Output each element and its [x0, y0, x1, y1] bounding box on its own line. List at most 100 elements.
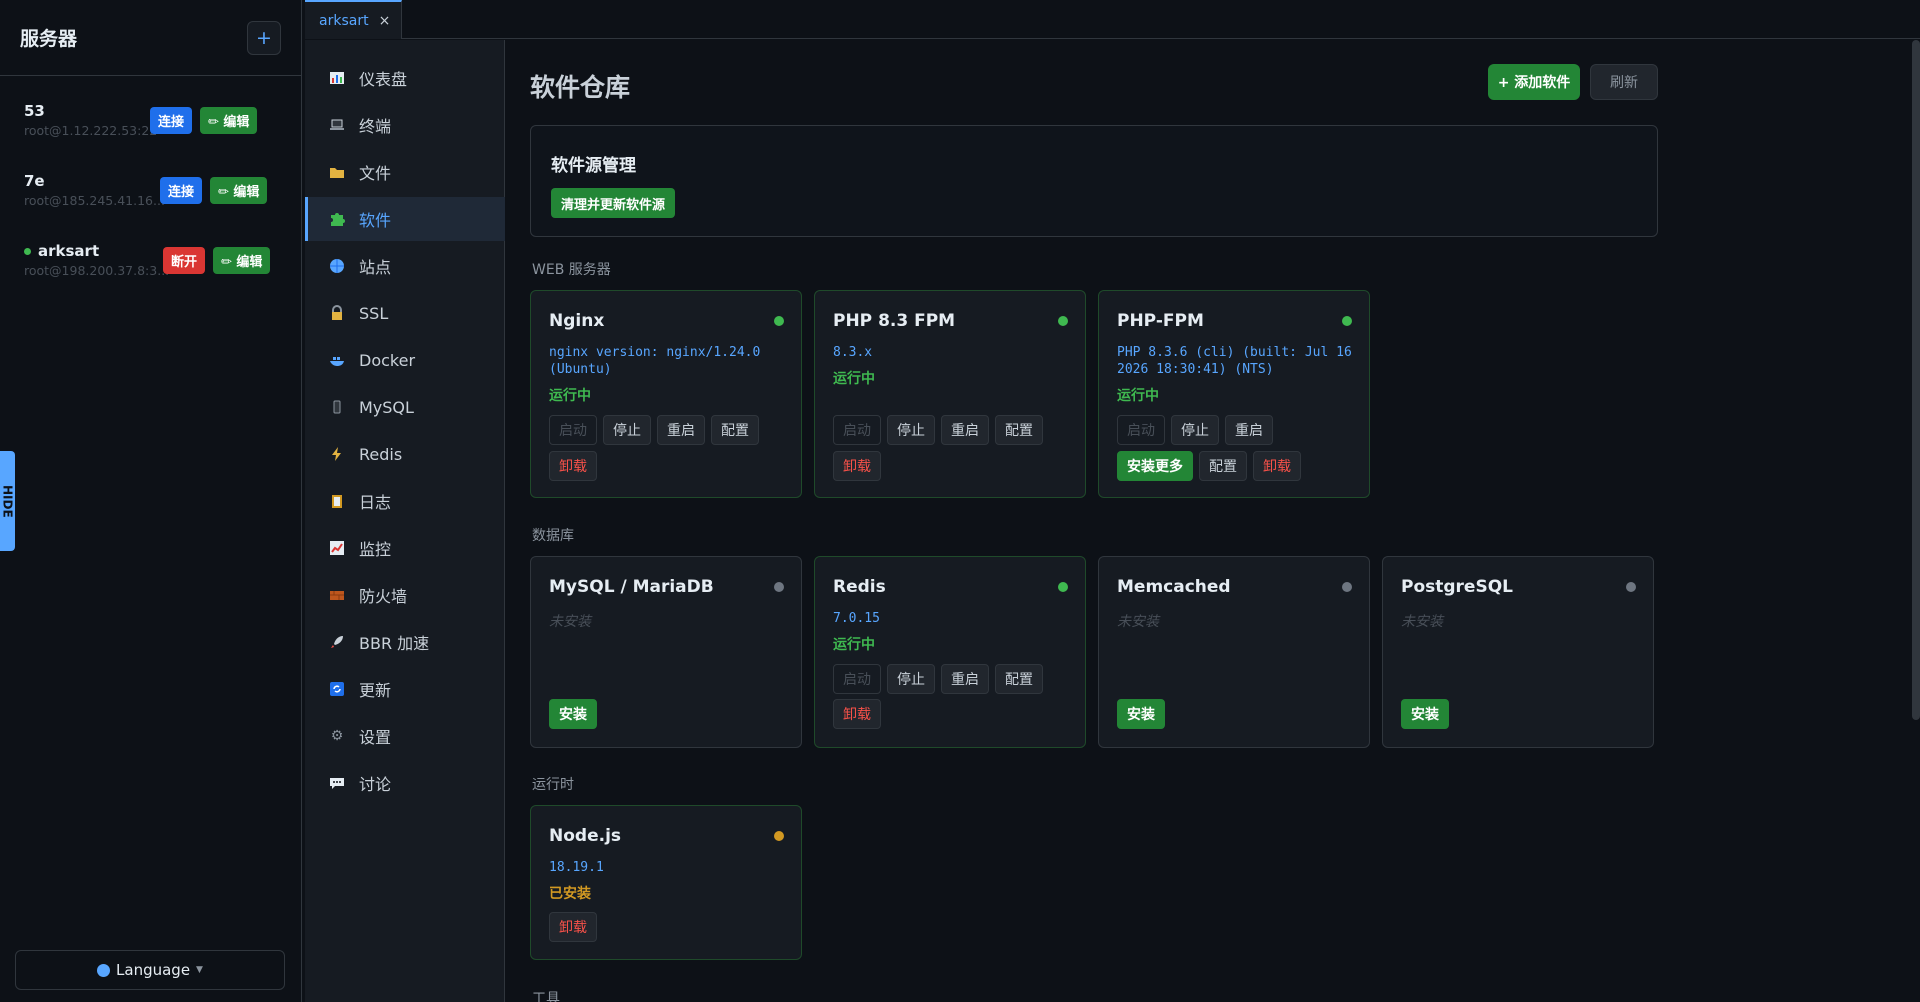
laptop-icon: [329, 117, 345, 133]
server-name: arksart: [24, 242, 99, 260]
uninstall-button[interactable]: 卸载: [833, 699, 881, 729]
software-status: 运行中: [833, 371, 875, 387]
main-scrollbar[interactable]: [1912, 40, 1920, 720]
status-dot-icon: [774, 831, 784, 841]
uninstall-button[interactable]: 卸载: [1253, 451, 1301, 481]
nav-item-bbr[interactable]: BBR 加速: [305, 620, 505, 664]
install-button[interactable]: 安装: [549, 699, 597, 729]
restart-button[interactable]: 重启: [941, 664, 989, 694]
clipboard-icon: [329, 493, 345, 509]
stop-button[interactable]: 停止: [1171, 415, 1219, 445]
repo-management-panel: 软件源管理 清理并更新软件源: [530, 125, 1658, 237]
uninstall-button[interactable]: 卸载: [833, 451, 881, 481]
start-button[interactable]: 启动: [1117, 415, 1165, 445]
server-address: root@185.245.41.16...: [24, 193, 165, 208]
server-name: 53: [24, 102, 45, 120]
software-name: PHP 8.3 FPM: [833, 311, 956, 331]
section-tools-label: 工具: [532, 991, 560, 1002]
folder-icon: [329, 164, 345, 180]
server-item-53[interactable]: 53 root@1.12.222.53:22 连接 ✏ 编辑: [24, 102, 294, 146]
software-name: Redis: [833, 577, 886, 597]
nav-item-logs[interactable]: 日志: [305, 479, 505, 523]
start-button[interactable]: 启动: [833, 415, 881, 445]
nav-item-dashboard[interactable]: 仪表盘: [305, 56, 505, 100]
nav-item-sites[interactable]: 站点: [305, 244, 505, 288]
install-more-button[interactable]: 安装更多: [1117, 451, 1193, 481]
main-content: 软件仓库 + 添加软件 刷新 软件源管理 清理并更新软件源 WEB 服务器 Ng…: [506, 40, 1906, 1002]
edit-button[interactable]: ✏ 编辑: [200, 107, 258, 134]
connect-button[interactable]: 连接: [150, 107, 193, 134]
software-card-redis: Redis 7.0.15 运行中 启动 停止 重启 配置 卸载: [814, 556, 1086, 748]
software-status: 未安装: [1117, 614, 1159, 630]
tab-arksart[interactable]: arksart ×: [305, 0, 402, 39]
uninstall-button[interactable]: 卸载: [549, 451, 597, 481]
refresh-button[interactable]: 刷新: [1590, 64, 1658, 100]
install-button[interactable]: 安装: [1117, 699, 1165, 729]
nav-item-mysql[interactable]: MySQL: [305, 385, 505, 429]
restart-button[interactable]: 重启: [941, 415, 989, 445]
add-software-button[interactable]: + 添加软件: [1488, 64, 1580, 100]
software-card-mysql: MySQL / MariaDB 未安装 安装: [530, 556, 802, 748]
nav-item-monitor[interactable]: 监控: [305, 526, 505, 570]
config-button[interactable]: 配置: [995, 664, 1043, 694]
start-button[interactable]: 启动: [833, 664, 881, 694]
tab-label: arksart: [319, 12, 369, 29]
uninstall-button[interactable]: 卸载: [549, 912, 597, 942]
edit-button[interactable]: ✏ 编辑: [210, 177, 268, 204]
software-version: 8.3.x: [833, 345, 873, 360]
software-card-postgresql: PostgreSQL 未安装 安装: [1382, 556, 1654, 748]
caret-down-icon: ▼: [196, 965, 203, 975]
nav-item-redis[interactable]: Redis: [305, 432, 505, 476]
nav-item-settings[interactable]: ⚙ 设置: [305, 714, 505, 758]
start-button[interactable]: 启动: [549, 415, 597, 445]
stop-button[interactable]: 停止: [887, 664, 935, 694]
disconnect-button[interactable]: 断开: [163, 247, 206, 274]
software-version: PHP 8.3.6 (cli) (built: Jul 16 2026 18:3…: [1117, 345, 1352, 377]
stop-button[interactable]: 停止: [887, 415, 935, 445]
section-web-label: WEB 服务器: [532, 262, 611, 278]
edit-button[interactable]: ✏ 编辑: [213, 247, 271, 274]
software-status: 运行中: [833, 637, 875, 653]
status-dot-icon: [1058, 316, 1068, 326]
software-version: 7.0.15: [833, 611, 880, 626]
connect-button[interactable]: 连接: [160, 177, 203, 204]
nav-item-update[interactable]: 更新: [305, 667, 505, 711]
server-name: 7e: [24, 172, 45, 190]
nav-item-discuss[interactable]: 讨论: [305, 761, 505, 805]
server-item-arksart[interactable]: arksart root@198.200.37.8:3... 断开 ✏ 编辑: [24, 242, 294, 286]
install-button[interactable]: 安装: [1401, 699, 1449, 729]
close-icon[interactable]: ×: [379, 13, 391, 29]
page-title: 软件仓库: [530, 73, 631, 102]
add-server-button[interactable]: +: [247, 20, 281, 55]
software-card-php-fpm: PHP-FPM PHP 8.3.6 (cli) (built: Jul 16 2…: [1098, 290, 1370, 498]
connected-dot-icon: [24, 247, 31, 255]
config-button[interactable]: 配置: [1199, 451, 1247, 481]
database-icon: [329, 399, 345, 415]
config-button[interactable]: 配置: [995, 415, 1043, 445]
globe-icon: [329, 258, 345, 274]
repo-panel-title: 软件源管理: [551, 156, 636, 176]
server-address: root@1.12.222.53:22: [24, 123, 158, 138]
server-panel-header: 服务器 +: [0, 0, 301, 76]
section-runtime-label: 运行时: [532, 777, 574, 793]
nav-item-software[interactable]: 软件: [305, 197, 505, 241]
stop-button[interactable]: 停止: [603, 415, 651, 445]
software-name: Node.js: [549, 826, 622, 846]
restart-button[interactable]: 重启: [657, 415, 705, 445]
nav-item-docker[interactable]: Docker: [305, 338, 505, 382]
status-dot-icon: [1342, 316, 1352, 326]
language-selector[interactable]: Language ▼: [15, 950, 285, 990]
software-version: nginx version: nginx/1.24.0 (Ubuntu): [549, 345, 761, 377]
nav-item-terminal[interactable]: 终端: [305, 103, 505, 147]
restart-button[interactable]: 重启: [1225, 415, 1273, 445]
config-button[interactable]: 配置: [711, 415, 759, 445]
nav-item-ssl[interactable]: SSL: [305, 291, 505, 335]
nav-item-files[interactable]: 文件: [305, 150, 505, 194]
server-item-7e[interactable]: 7e root@185.245.41.16... 连接 ✏ 编辑: [24, 172, 294, 216]
server-address: root@198.200.37.8:3...: [24, 263, 170, 278]
software-card-php83-fpm: PHP 8.3 FPM 8.3.x 运行中 启动 停止 重启 配置 卸载: [814, 290, 1086, 498]
software-name: Memcached: [1117, 577, 1231, 597]
nav-item-firewall[interactable]: 防火墙: [305, 573, 505, 617]
update-repo-button[interactable]: 清理并更新软件源: [551, 188, 676, 218]
hide-panel-tab[interactable]: HIDE: [0, 451, 15, 551]
